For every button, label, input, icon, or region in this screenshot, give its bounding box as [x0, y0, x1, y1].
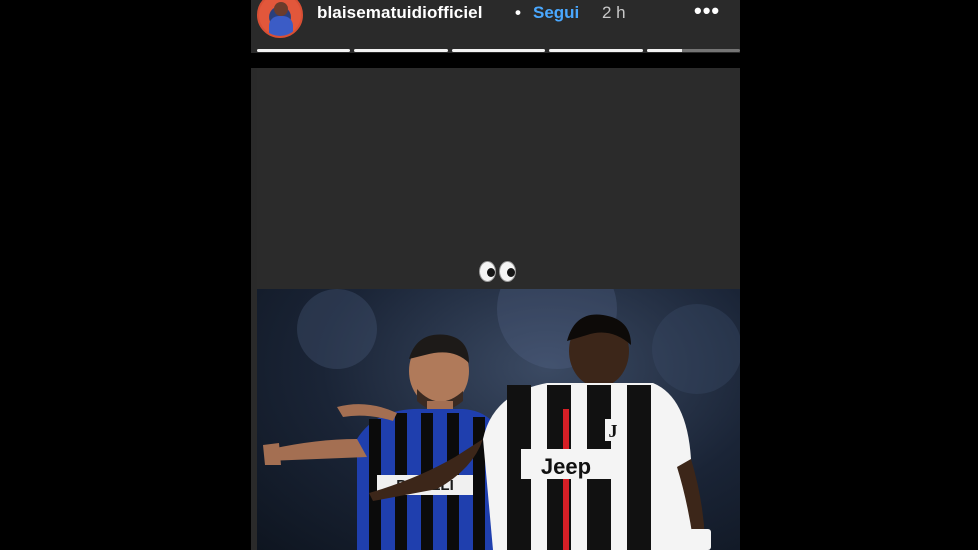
- more-options-icon[interactable]: •••: [694, 0, 720, 24]
- story-background: [257, 68, 740, 290]
- progress-gap: [251, 53, 740, 68]
- football-photo-illustration: PIRELLI: [263, 289, 740, 550]
- svg-text:J: J: [609, 421, 618, 441]
- progress-segment-1: [257, 49, 351, 52]
- profile-avatar[interactable]: [257, 0, 303, 38]
- screen: blaisematuidiofficiel • Segui 2 h ••• Je…: [0, 0, 978, 550]
- eyes-emoji-icon: [479, 261, 516, 282]
- progress-segment-5: [646, 49, 740, 52]
- story-photo: PIRELLI: [257, 289, 740, 550]
- separator-dot: •: [515, 3, 521, 22]
- svg-text:Jeep: Jeep: [541, 454, 591, 479]
- progress-fill: [549, 49, 643, 52]
- progress-fill: [646, 49, 683, 52]
- progress-fill: [354, 49, 448, 52]
- username-link[interactable]: blaisematuidiofficiel: [317, 3, 483, 23]
- progress-segment-4: [549, 49, 643, 52]
- progress-fill: [257, 49, 351, 52]
- avatar-face: [274, 2, 288, 16]
- follow-button[interactable]: Segui: [533, 3, 579, 23]
- progress-segment-2: [354, 49, 448, 52]
- progress-fill: [451, 49, 546, 52]
- avatar-body: [269, 16, 293, 36]
- eye-right-icon: [499, 261, 516, 282]
- inter-player: PIRELLI: [263, 334, 507, 550]
- story-header: blaisematuidiofficiel • Segui 2 h •••: [251, 0, 740, 40]
- timestamp: 2 h: [602, 3, 626, 22]
- story-viewer[interactable]: blaisematuidiofficiel • Segui 2 h ••• Je…: [251, 0, 740, 550]
- eye-left-icon: [479, 261, 496, 282]
- progress-segment-3: [451, 49, 546, 52]
